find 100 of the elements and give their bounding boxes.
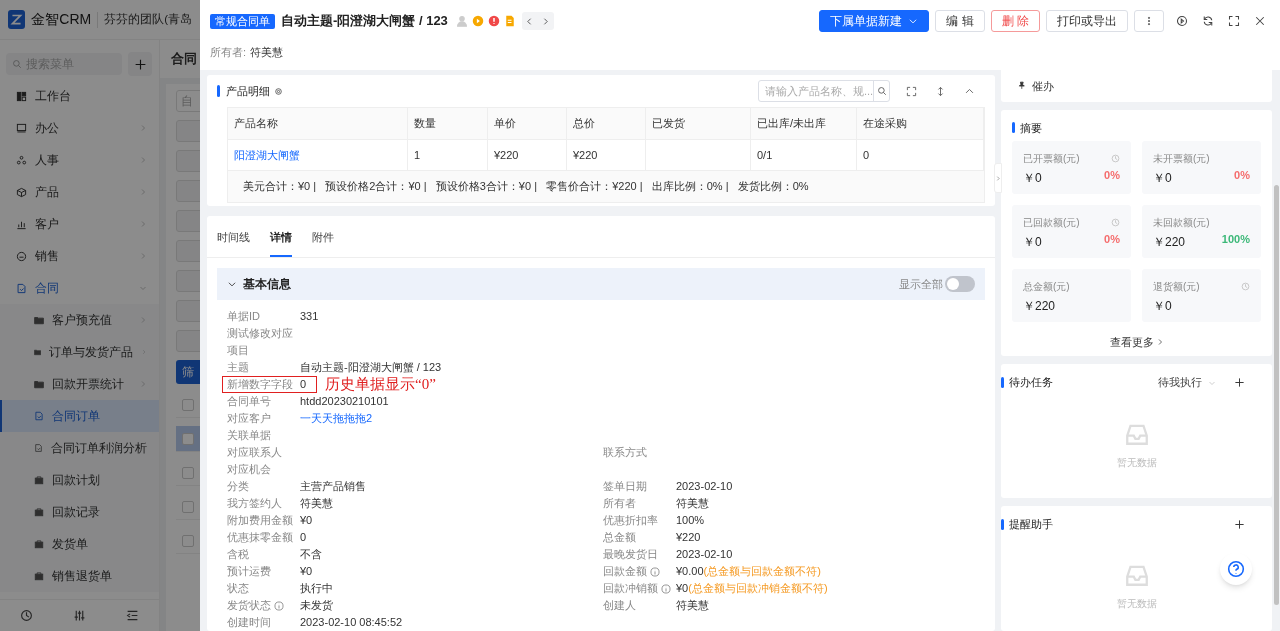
fullscreen-button[interactable] [1228,15,1240,27]
field-label: 分类 [227,479,249,494]
tab[interactable]: 时间线 [217,228,250,257]
field-value: 符美慧 [300,497,333,509]
customer-link[interactable]: 一天天拖拖拖2 [300,412,373,424]
add-button[interactable] [1234,377,1245,389]
chevron-right-icon [541,16,551,26]
expand-panel-button[interactable] [994,163,1002,193]
plus-icon [1234,518,1245,530]
refresh-icon [1202,15,1214,27]
menu-item[interactable]: 销售 [0,240,159,272]
field-value: 执行中 [300,582,333,594]
menu-item[interactable]: 回款记录 [0,496,159,528]
stat-value: ￥0 [1153,169,1172,187]
row-checkbox[interactable] [182,398,194,411]
stat-value: ￥0 [1023,233,1042,251]
briefcase-icon [34,507,44,517]
stat-label: 退货额(元) [1153,279,1200,294]
task-filter-dropdown[interactable]: 待我执行 [1158,374,1216,391]
menu-item[interactable]: 订单与发货产品 [0,336,159,368]
briefcase-icon [34,539,44,549]
view-more-link[interactable]: 查看更多 [1109,333,1164,351]
warning-text: (总金额与回款冲销金额不符) [688,582,828,594]
filter-button[interactable]: 筛 [176,360,200,384]
play-button[interactable] [1176,15,1188,27]
menu-item[interactable]: 回款开票统计 [0,368,159,400]
field-label: 优惠抹零金额 [227,530,293,545]
row-checkbox[interactable] [182,466,194,479]
document-icon [34,443,43,453]
toggle-label: 显示全部 [899,276,943,292]
eye-icon [274,86,283,96]
menu-item[interactable]: 合同订单 [0,400,159,432]
close-icon [1254,15,1266,27]
column-header: 数量 [408,108,488,139]
stat-label: 未开票额(元) [1153,151,1210,166]
search-icon [876,86,887,96]
field-label: 创建人 [603,598,636,613]
field-label: 新增数字字段 [227,377,293,392]
close-button[interactable] [1254,15,1266,27]
document-icon [16,282,27,294]
menu-item[interactable]: 发货单 [0,528,159,560]
column-header: 单价 [488,108,567,139]
refresh-button[interactable] [1202,15,1214,27]
stat-value: ￥220 [1023,297,1056,315]
menu-item[interactable]: 工作台 [0,80,159,112]
record-title: 自动主题-阳澄湖大闸蟹 / 123 [281,12,448,31]
product-link[interactable]: 阳澄湖大闸蟹 [228,140,408,170]
field-value: ¥0 [300,565,313,577]
stat-percent: 0% [1104,167,1120,183]
section-marker [1001,518,1004,530]
pin-icon [1017,81,1026,91]
add-button[interactable] [128,52,152,76]
tab[interactable]: 附件 [312,228,334,257]
stat-label: 已开票额(元) [1023,151,1080,166]
document-icon [34,411,44,421]
toggle-switch[interactable] [945,276,975,292]
create-button[interactable]: 下属单据新建 [819,10,930,32]
action-button[interactable]: 编 辑 [935,10,985,32]
action-button[interactable]: 删 除 [990,10,1040,32]
folder-icon [34,347,42,357]
action-button[interactable]: 打印或导出 [1046,10,1128,32]
menu-item[interactable]: 合同 [0,272,159,304]
more-button[interactable] [1134,10,1164,32]
field-label: 创建时间 [227,615,271,630]
menu-item[interactable]: 人事 [0,144,159,176]
team-name: 芬芬的团队(青岛 [104,11,192,27]
row-checkbox[interactable] [182,432,194,445]
stat-label: 总金额(元) [1023,279,1070,294]
vertical-arrows-icon [935,85,946,97]
stat-label: 未回款额(元) [1153,215,1210,230]
field-value: 符美慧 [676,497,709,509]
field-value: 100% [676,514,705,526]
row-checkbox[interactable] [182,500,194,513]
field-value: ¥0.00 [676,565,704,577]
search-icon [12,59,22,69]
row-checkbox[interactable] [182,534,194,547]
menu-item[interactable]: 合同订单利润分析 [0,432,159,464]
menu-item[interactable]: 回款计划 [0,464,159,496]
scrollbar-thumb[interactable] [1274,185,1279,605]
field-value: 自动主题-阳澄湖大闸蟹 / 123 [300,361,442,373]
sliders-icon [73,609,86,622]
document-icon [503,15,516,27]
menu-item[interactable]: 客户预充值 [0,304,159,336]
circle-icon [16,250,27,262]
tab[interactable]: 详情 [270,228,292,257]
field-label: 我方签约人 [227,496,282,511]
table-row[interactable] [176,426,200,452]
field-label: 含税 [227,547,249,562]
history-icon [20,609,33,622]
menu-item[interactable]: 客户 [0,208,159,240]
menu-item[interactable]: 产品 [0,176,159,208]
menu-item[interactable]: 办公 [0,112,159,144]
page-title: 合同 [171,50,197,69]
menu-item[interactable]: 销售退货单 [0,560,159,592]
add-button[interactable] [1234,518,1245,530]
stat-percent: 100% [1221,231,1250,247]
column-header: 总价 [567,108,646,139]
urge-label: 催办 [1032,78,1054,94]
summary-text: 美元合计：¥0 | 预设价格2合计：¥0 | 预设价格3合计：¥0 | 零售价合计：¥220 | 出库比例：0% | 发货比例：0% [243,179,809,195]
owner-name: 符美慧 [250,45,284,60]
